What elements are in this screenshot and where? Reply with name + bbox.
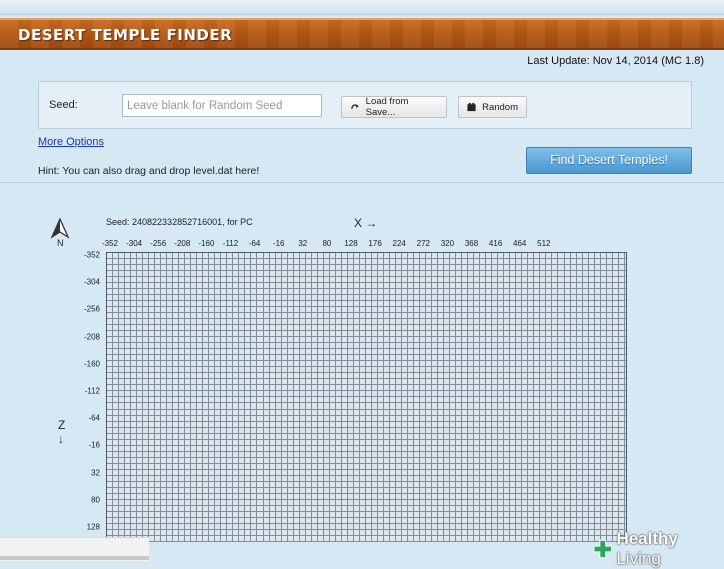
random-button-label: Random: [482, 101, 518, 113]
z-tick-label: -304: [83, 277, 100, 287]
section-divider: [0, 182, 724, 183]
x-tick-label: -160: [198, 239, 215, 248]
z-tick-label: -112: [84, 386, 100, 396]
x-tick-label: 80: [322, 239, 332, 248]
x-tick-label: 320: [440, 239, 455, 248]
compass-label: N: [57, 238, 64, 248]
x-tick-label: 176: [368, 239, 382, 248]
x-tick-label: -256: [150, 239, 167, 248]
z-tick-label: 128: [86, 522, 100, 532]
watermark-text: Healthy Living: [616, 529, 678, 568]
title-bar: DESERT TEMPLE FINDER: [0, 18, 724, 50]
z-tick-label: -352: [83, 250, 100, 260]
load-from-save-label: Load from Save...: [365, 96, 409, 118]
x-tick-label: -352: [101, 239, 119, 248]
x-tick-label: -16: [272, 239, 285, 248]
z-tick-label: -256: [83, 304, 100, 314]
curved-arrow-icon: [351, 104, 359, 109]
page-title: DESERT TEMPLE FINDER: [18, 26, 233, 44]
healthy-living-cross-icon: [593, 539, 612, 559]
z-tick-label: -16: [88, 440, 100, 450]
z-tick-label: -160: [83, 359, 100, 369]
x-tick-label: 416: [488, 239, 503, 248]
x-axis-label: X →: [354, 216, 378, 230]
z-tick-label: 32: [91, 468, 100, 478]
more-options-link[interactable]: More Options: [38, 136, 104, 148]
x-tick-label: -208: [174, 239, 191, 248]
hint-text: Hint: You can also drag and drop level.d…: [38, 165, 260, 177]
x-tick-label: -304: [126, 239, 143, 248]
find-desert-temples-button[interactable]: Find Desert Temples!: [526, 147, 692, 174]
status-strip-shadow: [0, 556, 149, 560]
x-tick-label: 32: [298, 239, 308, 248]
load-from-save-button[interactable]: Load from Save...: [341, 96, 447, 118]
x-tick-label: -112: [222, 239, 239, 248]
z-tick-label: 80: [91, 495, 100, 505]
seed-input[interactable]: [122, 94, 322, 117]
x-tick-label: -64: [248, 239, 261, 248]
seed-label: Seed:: [49, 99, 78, 111]
browser-top-strip: [0, 0, 724, 15]
x-tick-label: 272: [416, 239, 430, 248]
map-seed-text: Seed: 240822332852716001, for PC: [106, 217, 253, 227]
x-tick-label: 224: [392, 239, 406, 248]
z-tick-label: -64: [88, 413, 100, 423]
random-button[interactable]: Random: [458, 96, 527, 118]
last-update-text: Last Update: Nov 14, 2014 (MC 1.8): [527, 55, 704, 67]
x-tick-label: 368: [464, 239, 479, 248]
z-tick-label: -208: [83, 332, 100, 342]
x-tick-label: 464: [513, 239, 527, 248]
healthy-living-watermark: Healthy Living: [593, 529, 724, 568]
x-tick-label: 512: [537, 239, 551, 248]
x-tick-label: 128: [344, 239, 358, 248]
seed-panel: Seed: Load from Save... Random: [38, 81, 692, 129]
dice-icon: [467, 102, 476, 112]
temple-map-grid[interactable]: [106, 252, 627, 542]
